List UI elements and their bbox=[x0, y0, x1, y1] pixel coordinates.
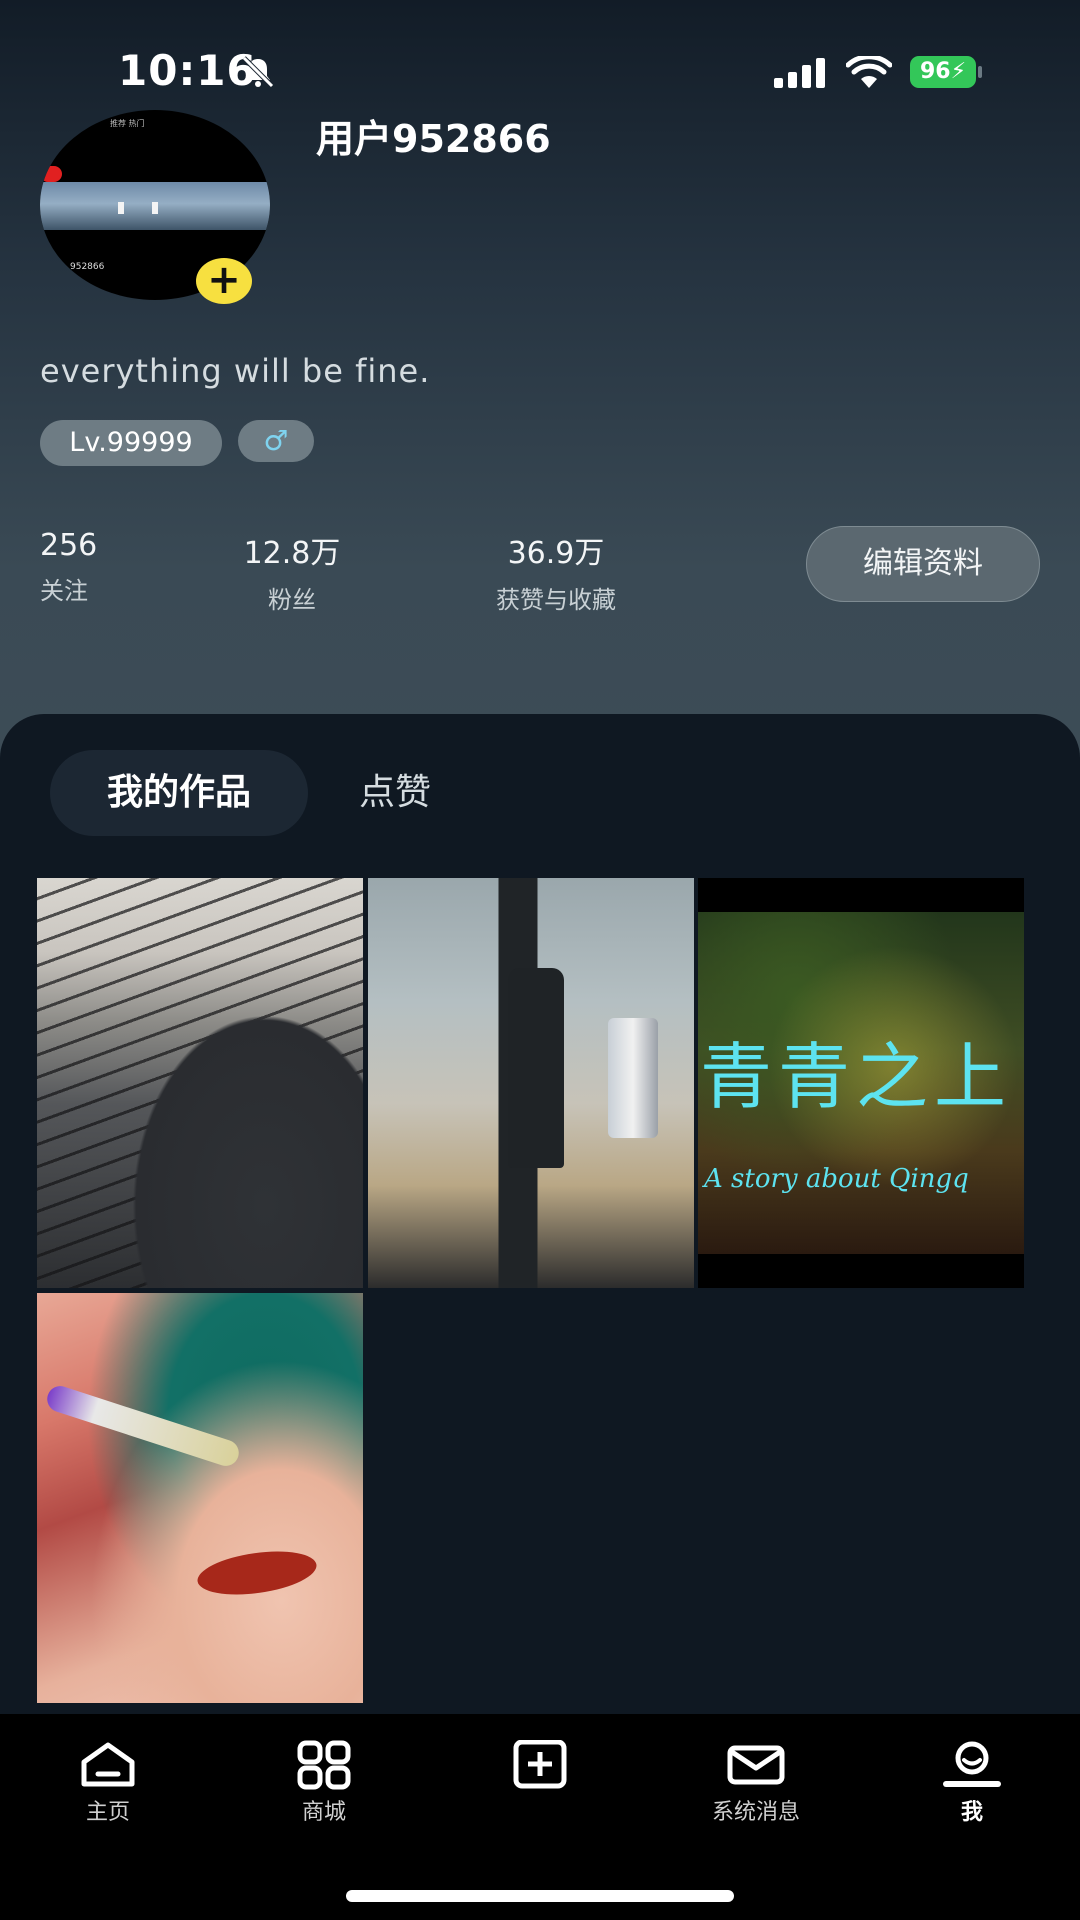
stat-likes-label: 获赞与收藏 bbox=[496, 586, 616, 614]
username: 用户952866 bbox=[316, 117, 551, 161]
stat-fans-label: 粉丝 bbox=[268, 586, 316, 614]
level-badge: Lv.99999 bbox=[40, 420, 222, 466]
mail-icon bbox=[727, 1745, 785, 1785]
stat-likes[interactable]: 36.9万 获赞与收藏 bbox=[478, 528, 634, 615]
nav-me[interactable]: 我 bbox=[902, 1740, 1042, 1826]
tab-my-works[interactable]: 我的作品 bbox=[50, 750, 308, 836]
tab-likes[interactable]: 点赞 bbox=[340, 750, 450, 836]
status-time: 10:16 bbox=[118, 46, 257, 95]
nav-create[interactable] bbox=[470, 1740, 610, 1794]
home-icon bbox=[81, 1742, 135, 1787]
gender-male-icon: ♂ bbox=[238, 420, 314, 462]
battery-charging-icon: 96⚡ bbox=[910, 56, 982, 88]
nav-home-label: 主页 bbox=[85, 1800, 130, 1825]
nav-messages-label: 系统消息 bbox=[711, 1800, 800, 1825]
signal-icon bbox=[774, 58, 825, 88]
bio: everything will be fine. bbox=[40, 352, 431, 390]
wifi-icon bbox=[846, 56, 892, 88]
stat-following-label: 关注 bbox=[40, 577, 88, 605]
stat-fans[interactable]: 12.8万 粉丝 bbox=[232, 528, 352, 615]
edit-profile-button[interactable]: 编辑资料 bbox=[806, 526, 1040, 602]
stat-fans-value: 12.8万 bbox=[243, 536, 341, 571]
stat-following-value: 256 bbox=[40, 528, 98, 563]
profile-icon bbox=[943, 1741, 1001, 1787]
add-avatar-button[interactable]: + bbox=[196, 258, 252, 304]
nav-store-label: 商城 bbox=[301, 1800, 346, 1825]
battery-level: 96 bbox=[919, 59, 951, 84]
grid-icon bbox=[297, 1740, 351, 1790]
home-indicator[interactable] bbox=[346, 1890, 734, 1902]
avatar-tiny-text: 952866 bbox=[70, 262, 105, 272]
add-square-icon bbox=[513, 1740, 567, 1789]
stat-likes-value: 36.9万 bbox=[507, 536, 605, 571]
stat-following[interactable]: 256 关注 bbox=[40, 528, 97, 606]
work-title: 青青之上 bbox=[700, 1035, 1013, 1119]
work-thumbnail[interactable] bbox=[368, 878, 694, 1288]
avatar-tiny-top: 推荐 热门 bbox=[110, 119, 145, 128]
nav-messages[interactable]: 系统消息 bbox=[686, 1740, 826, 1826]
work-thumbnail[interactable] bbox=[37, 1293, 363, 1703]
work-thumbnail[interactable]: 青青之上 A story about Qingq bbox=[698, 878, 1024, 1288]
nav-store[interactable]: 商城 bbox=[254, 1740, 394, 1826]
nav-home[interactable]: 主页 bbox=[38, 1740, 178, 1826]
work-subtitle: A story about Qingq bbox=[704, 1164, 969, 1194]
bell-off-icon bbox=[242, 56, 274, 88]
nav-me-label: 我 bbox=[960, 1800, 983, 1825]
work-thumbnail[interactable] bbox=[37, 878, 363, 1288]
